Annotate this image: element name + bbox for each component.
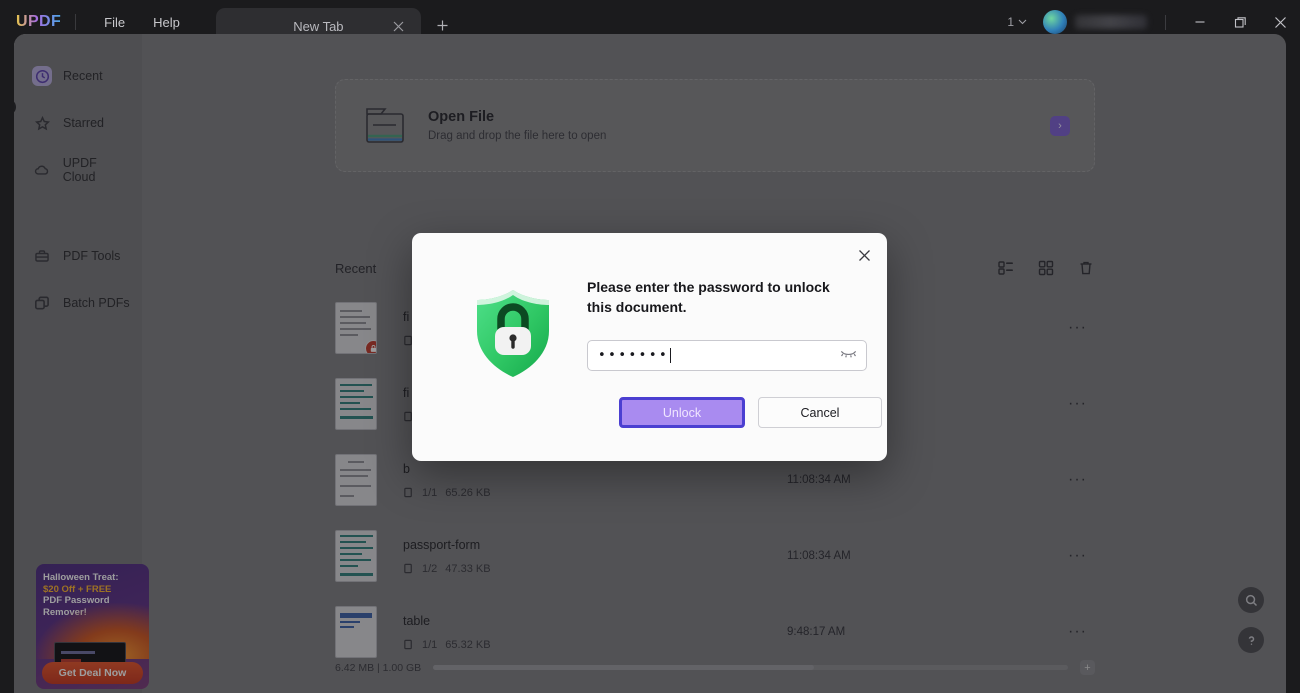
password-input[interactable]: ••••••• bbox=[587, 339, 867, 371]
password-value: ••••••• bbox=[598, 347, 670, 363]
shield-lock-icon bbox=[467, 285, 559, 381]
password-dialog: Please enter the password to unlock this… bbox=[412, 233, 887, 461]
dialog-body: Please enter the password to unlock this… bbox=[587, 278, 867, 371]
dialog-title: Please enter the password to unlock this… bbox=[587, 279, 830, 315]
dialog-buttons: Unlock Cancel bbox=[619, 397, 882, 428]
updf-window: UPDF File Help New Tab 1 Recent Starred … bbox=[0, 0, 1300, 693]
cancel-button[interactable]: Cancel bbox=[758, 397, 882, 428]
eye-off-icon[interactable] bbox=[840, 346, 857, 364]
unlock-button[interactable]: Unlock bbox=[619, 397, 745, 428]
dialog-close-icon[interactable] bbox=[851, 242, 877, 268]
text-caret bbox=[670, 347, 672, 363]
modal-overlay: Please enter the password to unlock this… bbox=[0, 0, 1300, 693]
